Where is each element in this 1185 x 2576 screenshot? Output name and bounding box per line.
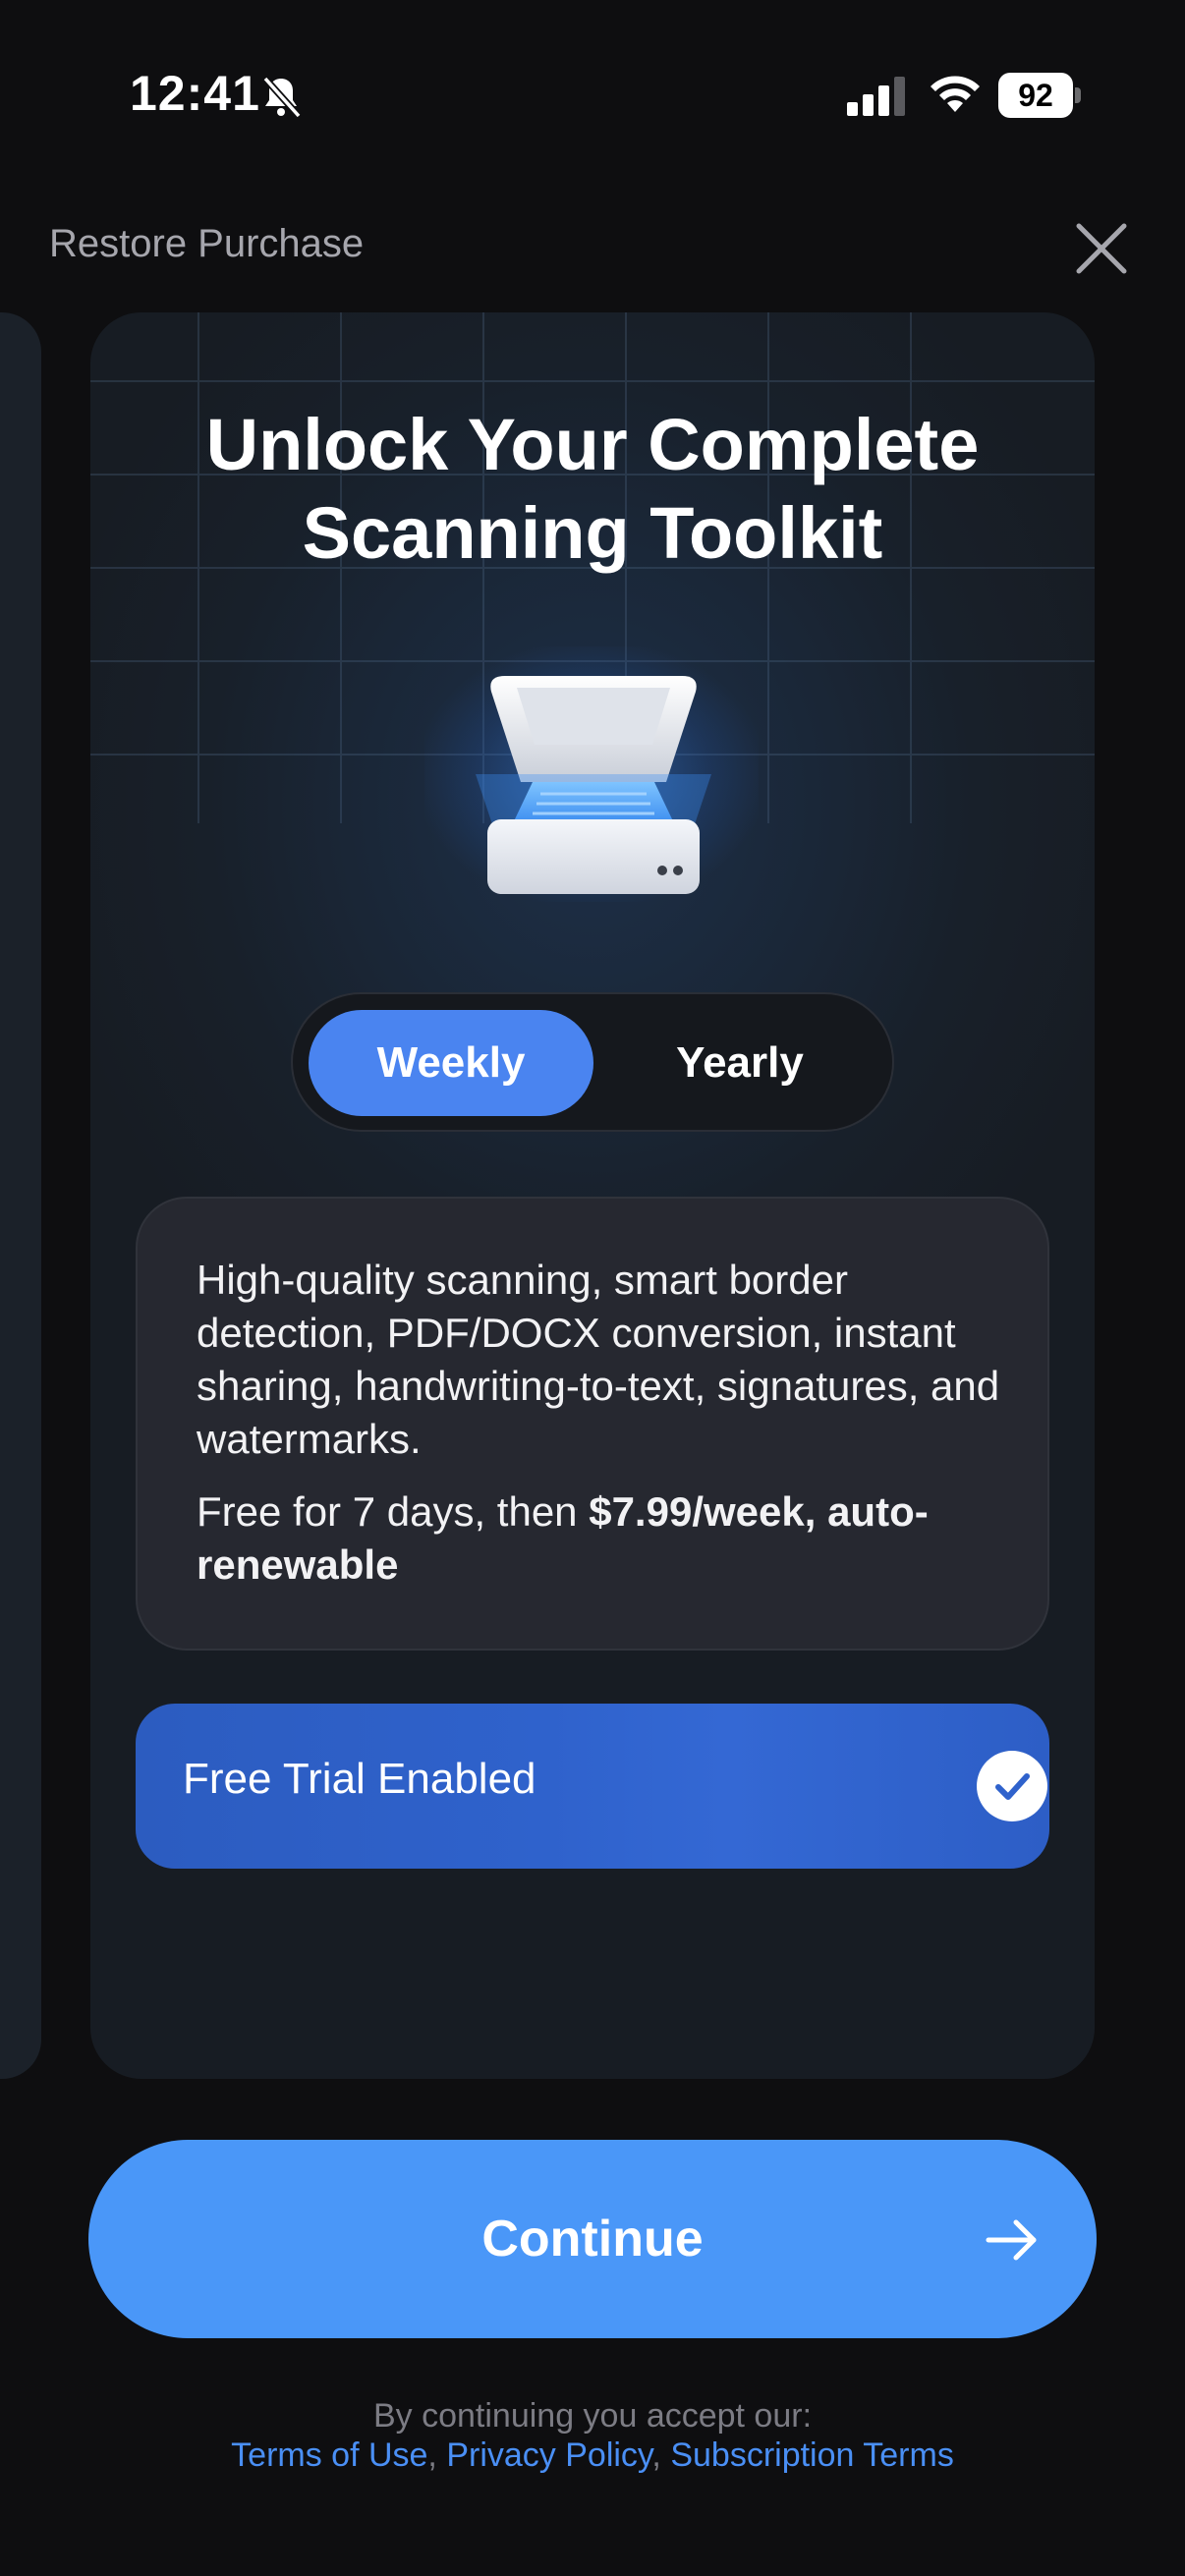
paywall-card: Unlock Your Complete Scanning Toolkit We… <box>90 312 1095 2079</box>
arrow-right-icon <box>986 2219 1037 2261</box>
subscription-terms-link[interactable]: Subscription Terms <box>670 2436 954 2474</box>
bell-slash-icon <box>262 76 302 119</box>
free-trial-label: Free Trial Enabled <box>183 1755 536 1803</box>
restore-purchase-button[interactable]: Restore Purchase <box>49 222 364 266</box>
plan-description-box: High-quality scanning, smart border dete… <box>136 1197 1049 1651</box>
battery-level: 92 <box>998 73 1073 118</box>
signal-bars-icon <box>847 77 905 116</box>
checkmark-circle-icon <box>977 1751 1047 1821</box>
close-icon[interactable] <box>1071 218 1132 279</box>
link-separator: , <box>427 2436 447 2474</box>
segment-yearly[interactable]: Yearly <box>597 1010 882 1116</box>
plan-segmented-control: Weekly Yearly <box>291 992 894 1132</box>
segment-weekly[interactable]: Weekly <box>309 1010 593 1116</box>
link-separator: , <box>651 2436 671 2474</box>
legal-text: By continuing you accept our: <box>372 2397 813 2435</box>
terms-of-use-link[interactable]: Terms of Use <box>231 2436 427 2474</box>
legal-links: Terms of Use, Privacy Policy, Subscripti… <box>0 2436 1185 2475</box>
price-prefix: Free for 7 days, then <box>197 1488 590 1535</box>
wifi-icon <box>931 76 980 112</box>
status-time: 12:41 <box>130 66 260 121</box>
privacy-policy-link[interactable]: Privacy Policy <box>446 2436 651 2474</box>
battery-tip <box>1075 87 1081 103</box>
continue-label: Continue <box>481 2211 704 2268</box>
continue-button[interactable]: Continue <box>88 2140 1097 2338</box>
features-description: High-quality scanning, smart border dete… <box>197 1257 1000 1462</box>
scanner-icon <box>476 676 711 894</box>
paywall-title: Unlock Your Complete Scanning Toolkit <box>205 404 980 574</box>
price-description: Free for 7 days, then $7.99/week, auto-r… <box>197 1485 1002 1592</box>
free-trial-toggle[interactable]: Free Trial Enabled <box>136 1704 1049 1869</box>
previous-card-peek[interactable] <box>0 312 41 2079</box>
battery-icon: 92 <box>998 73 1081 118</box>
status-bar: 12:41 92 <box>0 0 1185 187</box>
